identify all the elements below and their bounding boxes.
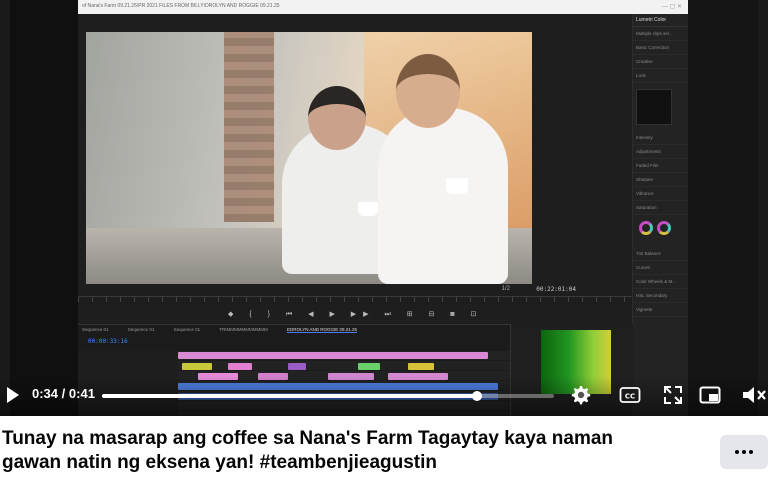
play-button[interactable] (6, 386, 20, 404)
lumetri-color-wheels (639, 221, 682, 241)
lumetri-row: Curves (633, 261, 688, 275)
monitor-fit-select: 1/2 (501, 286, 510, 292)
picture-in-picture-icon (699, 386, 721, 404)
lumetri-look-preview (636, 89, 672, 125)
svg-text:CC: CC (625, 393, 635, 401)
video-player[interactable]: of Nana's Farm 09.21.25\PR 2021 FILES FR… (0, 0, 768, 416)
color-wheel-icon (657, 221, 671, 235)
pip-button[interactable] (698, 383, 722, 407)
lumetri-row: Vibrance (633, 187, 688, 201)
lumetri-color-panel: Lumetri Color Multiple clips sel... Basi… (633, 14, 688, 416)
editor-window-title: of Nana's Farm 09.21.25\PR 2021 FILES FR… (82, 3, 280, 9)
post-caption: Tunay na masarap ang coffee sa Nana's Fa… (2, 428, 614, 473)
sequence-tab: Sequence 01 (173, 327, 201, 332)
timeline-clip (358, 363, 380, 370)
lumetri-row: Multiple clips sel... (633, 27, 688, 41)
settings-button[interactable] (568, 383, 592, 407)
sequence-tab-active: EDROLYN AND ROGGIE 09.21.25 (287, 327, 357, 333)
monitor-ruler (78, 296, 633, 302)
gear-icon (571, 386, 591, 405)
scene-coffee-cup (446, 178, 468, 194)
duration: 0:41 (68, 386, 95, 401)
lumetri-row: Adjustments (633, 145, 688, 159)
more-options-icon (735, 450, 753, 454)
lumetri-row: Creative (633, 55, 688, 69)
color-wheel-icon (639, 221, 653, 235)
fullscreen-icon (664, 386, 682, 404)
editor-right-strip (688, 0, 758, 416)
program-monitor: 1/2 00:22:01:04 ◆ { } ⏮ ◀ ▶ ▶▶ ⏭ ⊞ ⊟ ◙ ⊡ (78, 14, 633, 324)
lumetri-row: Look (633, 69, 688, 83)
timeline-clip (408, 363, 434, 370)
progress-fill (102, 394, 477, 398)
time-display: 0:34 / 0:41 (32, 386, 95, 401)
timeline-clip (228, 363, 252, 370)
current-time: 0:34 (32, 386, 59, 401)
timeline-timecode: 00:00:33:16 (88, 338, 128, 345)
scene-person-left-head (308, 86, 366, 150)
scene-coffee-cup (358, 202, 378, 216)
lumetri-row: Faded Film (633, 159, 688, 173)
volume-muted-icon (743, 387, 766, 403)
monitor-transport-icons: ◆ { } ⏮ ◀ ▶ ▶▶ ⏭ ⊞ ⊟ ◙ ⊡ (228, 311, 484, 318)
lumetri-row: Tint Balance (633, 247, 688, 261)
sequence-tab: Sequence 01 (127, 327, 155, 332)
fullscreen-button[interactable] (661, 383, 685, 407)
video-letterbox-left (0, 0, 10, 416)
time-separator: / (61, 386, 66, 401)
video-letterbox-right (758, 0, 768, 416)
program-monitor-video (86, 32, 532, 284)
scene-person-right (378, 108, 508, 284)
sequence-tab: Sequence 01 (82, 327, 109, 332)
sequence-tab: TRIMMMMMMMMMMM (219, 327, 268, 332)
lumetri-row: Intensity (633, 131, 688, 145)
captions-button[interactable]: CC (618, 383, 642, 407)
lumetri-row: Vignette (633, 303, 688, 317)
lumetri-row: Basic Correction (633, 41, 688, 55)
progress-scrubber[interactable] (471, 391, 482, 401)
editor-left-strip (10, 0, 78, 416)
progress-bar[interactable] (102, 391, 554, 401)
lumetri-row: Sharpen (633, 173, 688, 187)
monitor-timecode: 00:22:01:04 (536, 286, 576, 293)
closed-captions-icon: CC (619, 387, 641, 403)
lumetri-panel-title: Lumetri Color (633, 14, 688, 27)
sequence-tabs: Sequence 01 Sequence 01 Sequence 01 TRIM… (78, 325, 510, 335)
lumetri-row: Saturation (633, 201, 688, 215)
window-controls-icon: — ▢ ✕ (661, 4, 682, 10)
video-frame-editor-screen: of Nana's Farm 09.21.25\PR 2021 FILES FR… (10, 0, 758, 416)
scene-brick-wall (224, 32, 274, 222)
play-icon (7, 387, 19, 403)
scene-person-right-head (396, 54, 460, 128)
timeline-clip (288, 363, 306, 370)
editor-title-bar: of Nana's Farm 09.21.25\PR 2021 FILES FR… (78, 0, 688, 14)
timeline-clip (182, 363, 212, 370)
mute-button[interactable] (740, 383, 768, 407)
timeline-clip (178, 352, 488, 359)
lumetri-row: Color Wheels & M... (633, 275, 688, 289)
lumetri-row: HSL Secondary (633, 289, 688, 303)
more-options-button[interactable] (720, 435, 768, 469)
